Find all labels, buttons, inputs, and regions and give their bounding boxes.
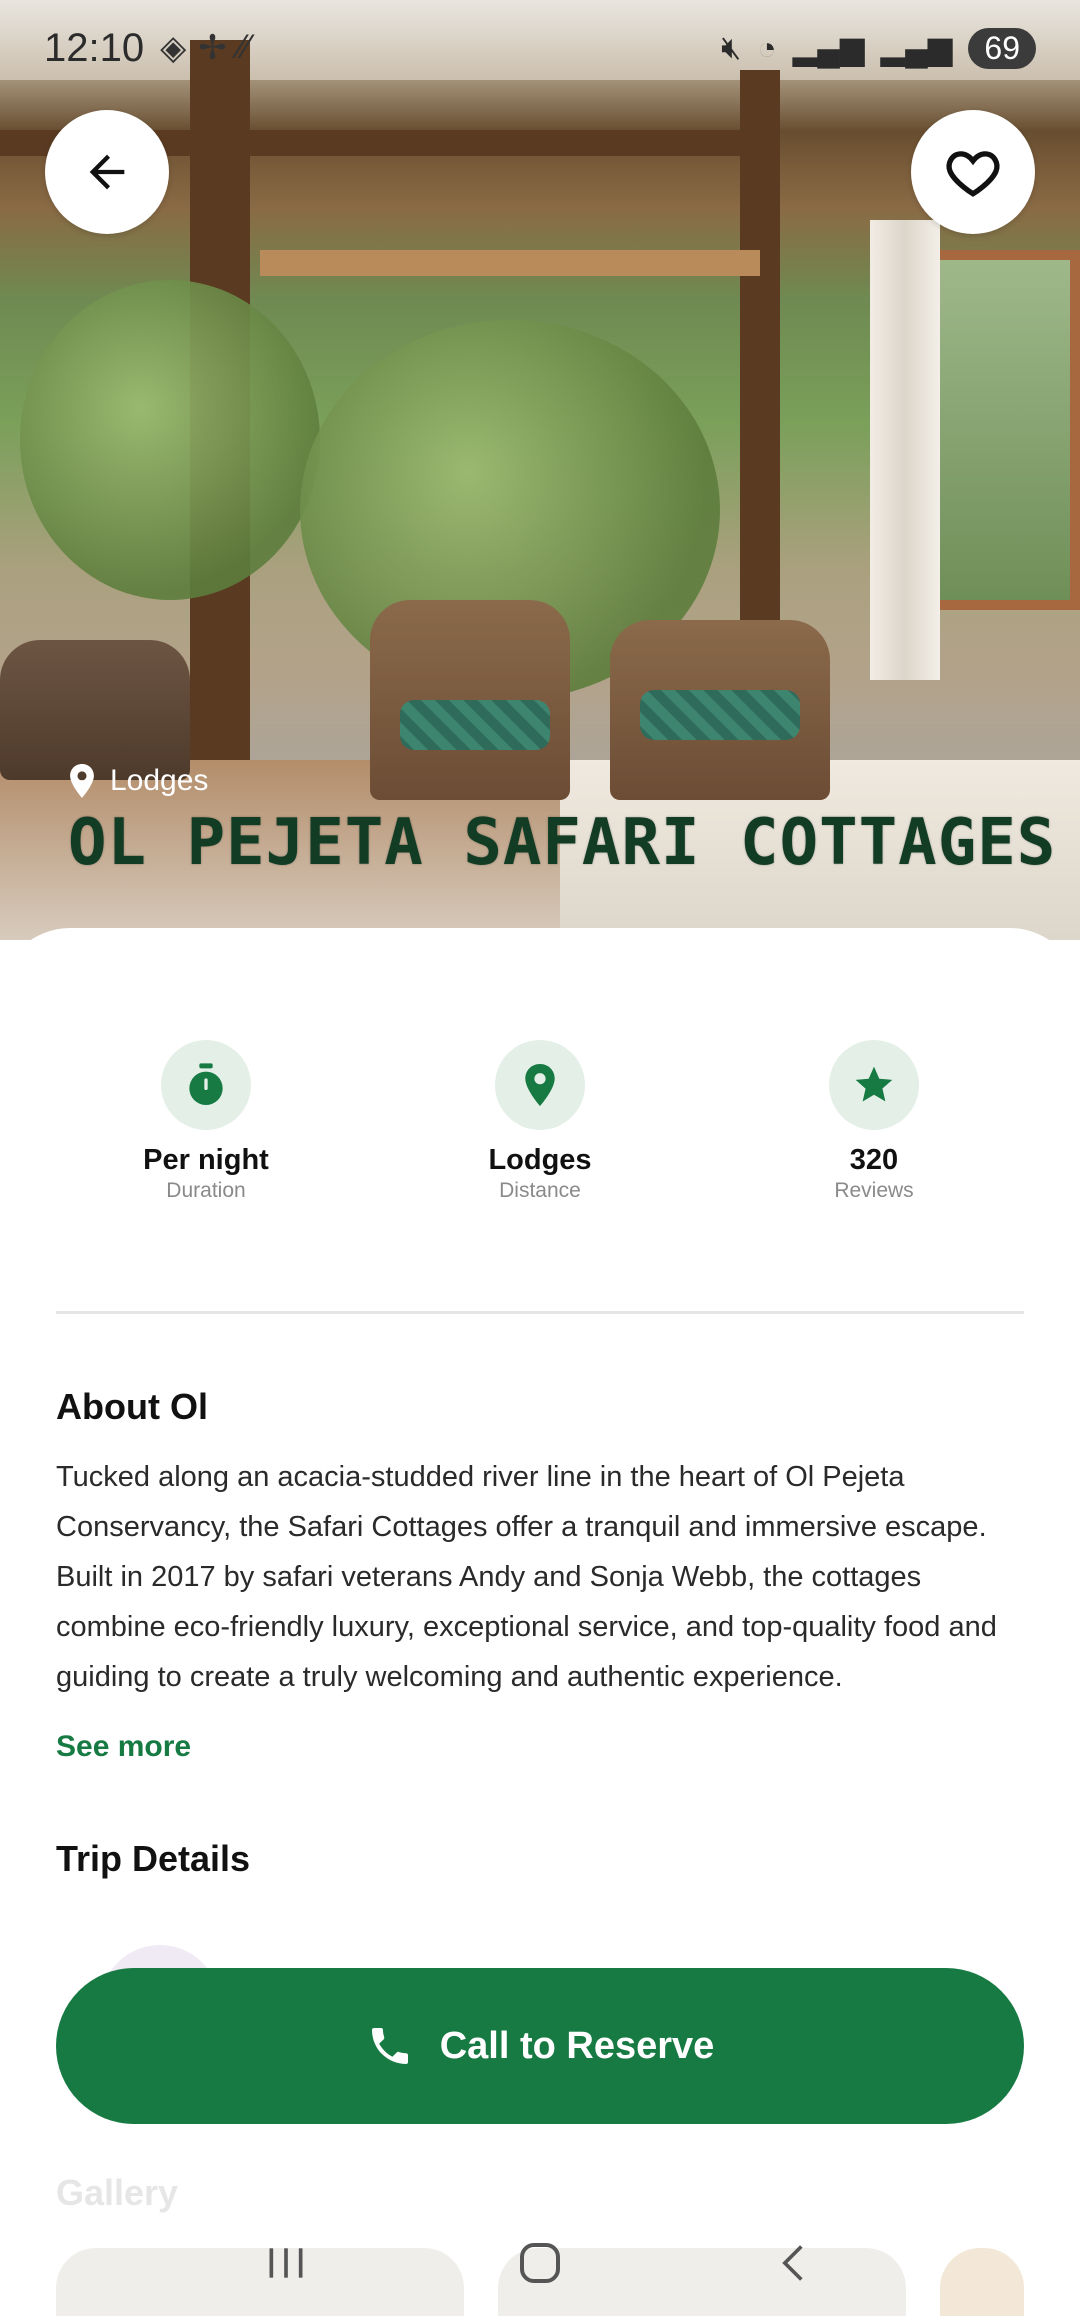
hero-category-label: Lodges <box>110 764 209 797</box>
stat-icon-circle <box>495 1040 585 1130</box>
location-pin-icon <box>525 1064 555 1106</box>
signal-dots-icon: ⁄⁄ <box>238 28 251 66</box>
see-more-link[interactable]: See more <box>56 1730 191 1764</box>
arrow-left-icon <box>89 154 125 190</box>
stat-icon-circle <box>161 1040 251 1130</box>
about-text: Tucked along an acacia-studded river lin… <box>56 1461 997 1693</box>
stopwatch-icon <box>189 1063 223 1105</box>
phone-icon <box>371 2028 408 2064</box>
cushion <box>400 700 550 750</box>
wifi-icon: ◔ <box>757 29 777 66</box>
cushion <box>640 690 800 740</box>
notification-icon: ◈ <box>160 29 187 67</box>
stats-row: Per night Duration Lodges Distance 320 R… <box>0 1040 1080 1203</box>
trip-details-title: Trip Details <box>56 1838 251 1879</box>
stat-icon-circle <box>829 1040 919 1130</box>
about-title: About Ol <box>56 1386 208 1427</box>
status-right: 🔇︎ ◔ ▂▄▆ ▂▄▆ 69 <box>721 27 1036 69</box>
hero-category: Lodges <box>68 764 208 798</box>
curtain <box>870 220 940 680</box>
status-time: 12:10 <box>44 25 145 70</box>
star-icon <box>855 1066 893 1102</box>
stat-label: Duration <box>166 1179 246 1202</box>
stat-label: Distance <box>499 1179 581 1202</box>
status-bar: 12:10 ◈ ✢ ⁄⁄ 🔇︎ ◔ ▂▄▆ ▂▄▆ 69 <box>0 0 1080 96</box>
stat-value: 320 <box>849 1144 899 1176</box>
favorite-button[interactable] <box>911 110 1035 234</box>
window <box>930 250 1080 610</box>
cell-signal-icon: ▂▄▆ <box>792 30 865 66</box>
fan-icon: ✢ <box>198 29 227 67</box>
sofa <box>0 640 190 780</box>
mute-icon: 🔇︎ <box>721 29 742 65</box>
battery-indicator: 69 <box>968 27 1036 69</box>
stat-reviews: 320 Reviews <box>754 1040 994 1203</box>
home-icon[interactable] <box>516 2239 564 2287</box>
foliage <box>20 280 320 600</box>
stat-label: Reviews <box>834 1179 914 1202</box>
system-nav-bar <box>0 2210 1080 2316</box>
cell-signal-icon: ▂▄▆ <box>880 30 953 66</box>
back-nav-icon[interactable] <box>772 2239 816 2287</box>
recent-apps-icon[interactable] <box>264 2241 308 2285</box>
gallery-title: Gallery <box>56 2172 179 2213</box>
hero-title: OL PEJETA SAFARI COTTAGES <box>68 806 1057 880</box>
location-pin-icon <box>70 764 94 798</box>
call-to-reserve-label: Call to Reserve <box>439 2024 715 2067</box>
section-divider <box>56 1311 1024 1314</box>
heart-icon <box>946 151 1000 197</box>
stat-value: Lodges <box>488 1144 592 1176</box>
wooden-beam <box>260 250 760 276</box>
back-button[interactable] <box>45 110 169 234</box>
stat-duration: Per night Duration <box>86 1040 326 1203</box>
call-to-reserve-button[interactable]: Call to Reserve <box>56 1968 1024 2124</box>
stat-value: Per night <box>143 1144 269 1176</box>
status-left-icons: ◈ ✢ ⁄⁄ <box>160 28 250 68</box>
stat-distance: Lodges Distance <box>420 1040 660 1203</box>
